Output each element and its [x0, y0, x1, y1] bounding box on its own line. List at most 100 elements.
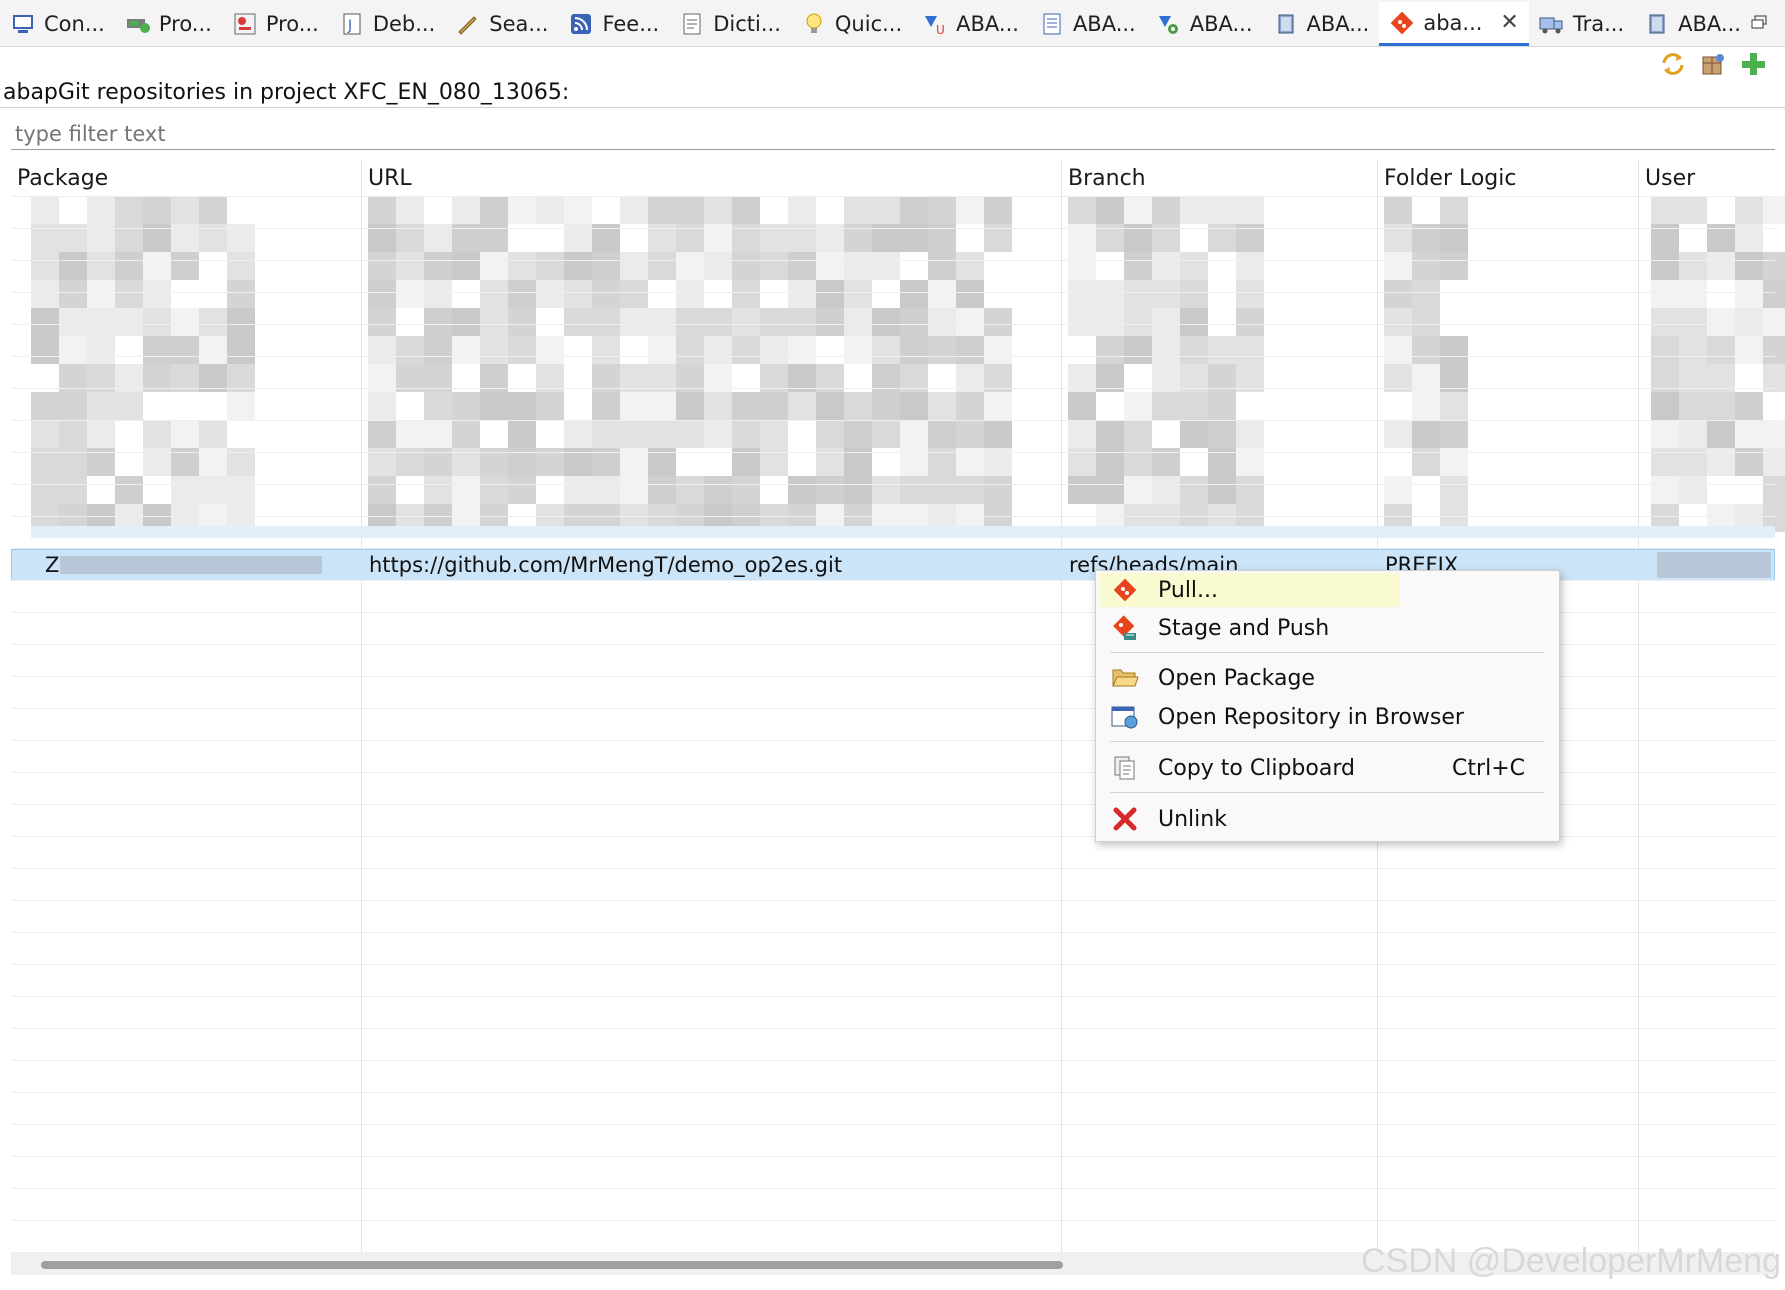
abap-gear-icon [1156, 11, 1182, 37]
tab-label: ABA... [956, 12, 1019, 36]
menu-item-pull[interactable]: Pull... [1100, 573, 1400, 607]
redaction-pixel [1236, 420, 1264, 448]
redaction-pixel [227, 280, 255, 308]
refresh-icon[interactable] [1659, 50, 1687, 78]
redaction-strip [31, 526, 1775, 538]
tab-abap-book[interactable]: ABA... [1263, 2, 1380, 46]
redaction-pixel [1735, 336, 1763, 364]
redacted-rows [11, 196, 1785, 541]
redaction-pixel [1068, 308, 1096, 336]
tab-problems[interactable]: Pro... [222, 2, 329, 46]
tab-abap-gear[interactable]: ABA... [1146, 2, 1263, 46]
redaction-pixel [872, 196, 900, 224]
redaction-pixel [928, 196, 956, 224]
menu-item-open-package[interactable]: Open Package [1100, 661, 1555, 695]
progress-icon [125, 11, 151, 37]
redaction-pixel [1763, 420, 1785, 448]
column-header-url[interactable]: URL [368, 166, 412, 191]
redaction-pixel [31, 308, 59, 336]
menu-item-label: Unlink [1158, 806, 1227, 832]
redaction-pixel [143, 336, 171, 364]
restore-view-icon[interactable] [1751, 10, 1767, 29]
redaction-pixel [452, 476, 480, 504]
tab-transport[interactable]: Tra... [1529, 2, 1634, 46]
redaction-pixel [480, 336, 508, 364]
redaction-pixel [704, 336, 732, 364]
redaction-pixel [816, 252, 844, 280]
menu-item-stage-and-push[interactable]: Stage and Push [1100, 611, 1555, 645]
tab-abap-unit[interactable]: U ABA... [912, 2, 1029, 46]
redaction-pixel [704, 252, 732, 280]
tab-abap-book-2[interactable]: ABA... [1634, 2, 1751, 46]
menu-item-copy-to-clipboard[interactable]: Copy to Clipboard Ctrl+C [1100, 751, 1555, 785]
tab-debug[interactable]: J Deb... [329, 2, 445, 46]
redaction-pixel [1208, 420, 1236, 448]
redaction-pixel [1096, 336, 1124, 364]
redaction-pixel [620, 196, 648, 224]
tab-dictionary[interactable]: Dicti... [669, 2, 791, 46]
redaction-pixel [87, 196, 115, 224]
tab-search[interactable]: Sea... [445, 2, 558, 46]
row-divider [11, 452, 1775, 453]
filter-input[interactable] [11, 118, 1775, 150]
add-repository-icon[interactable] [1739, 50, 1767, 78]
redaction-pixel [928, 392, 956, 420]
redaction-pixel [31, 280, 59, 308]
redaction-pixel [676, 196, 704, 224]
close-icon[interactable]: ✕ [1500, 10, 1518, 35]
abapgit-icon [1389, 10, 1415, 36]
redaction-pixel [1180, 392, 1208, 420]
redaction-pixel [1236, 280, 1264, 308]
row-divider [11, 196, 1775, 197]
redaction-pixel [508, 196, 536, 224]
row-divider [11, 1124, 1775, 1125]
redaction-pixel [1735, 196, 1763, 224]
tab-progress[interactable]: Pro... [115, 2, 222, 46]
tab-abapgit-repositories[interactable]: aba... ✕ [1379, 2, 1529, 46]
menu-item-unlink[interactable]: Unlink [1100, 802, 1555, 836]
redaction-pixel [1236, 196, 1264, 224]
redaction-pixel [452, 336, 480, 364]
tab-label: Deb... [372, 12, 436, 36]
redaction-pixel [396, 420, 424, 448]
redaction-pixel [956, 420, 984, 448]
tab-abap-doc[interactable]: ABA... [1029, 2, 1146, 46]
column-header-package[interactable]: Package [17, 166, 108, 191]
redaction-pixel [1679, 420, 1707, 448]
tab-quickfix[interactable]: Quic... [791, 2, 912, 46]
redaction-pixel [31, 252, 59, 280]
scrollbar-thumb[interactable] [41, 1261, 1063, 1269]
redaction-pixel [1124, 308, 1152, 336]
svg-text:J: J [347, 18, 352, 34]
column-header-folder-logic[interactable]: Folder Logic [1384, 166, 1516, 191]
cell-package: Z [45, 553, 60, 577]
redaction-pixel [984, 308, 1012, 336]
redaction-pixel [59, 308, 87, 336]
redaction-pixel [844, 420, 872, 448]
redaction-pixel [620, 392, 648, 420]
redaction-pixel [648, 252, 676, 280]
redaction-pixel [844, 252, 872, 280]
cell-url: https://github.com/MrMengT/demo_op2es.gi… [369, 553, 843, 577]
repository-settings-icon[interactable] [1699, 50, 1727, 78]
browser-icon [1110, 702, 1140, 732]
redaction-pixel [368, 196, 396, 224]
redaction-pixel [620, 308, 648, 336]
redaction-pixel [1440, 392, 1468, 420]
redaction-pixel [564, 280, 592, 308]
redaction-pixel [1651, 392, 1679, 420]
menu-item-open-repository-in-browser[interactable]: Open Repository in Browser [1100, 700, 1555, 734]
redaction-pixel [620, 280, 648, 308]
redaction-pixel [1412, 420, 1440, 448]
redaction-pixel [1440, 252, 1468, 280]
column-header-user[interactable]: User [1645, 166, 1695, 191]
redaction-pixel [59, 476, 87, 504]
redaction-pixel [1152, 308, 1180, 336]
redaction-pixel [508, 280, 536, 308]
column-header-branch[interactable]: Branch [1068, 166, 1146, 191]
tab-console[interactable]: Con... [0, 2, 115, 46]
redaction-pixel [648, 336, 676, 364]
redaction-pixel [1679, 252, 1707, 280]
tab-feed[interactable]: Fee... [558, 2, 669, 46]
redaction-pixel [592, 476, 620, 504]
